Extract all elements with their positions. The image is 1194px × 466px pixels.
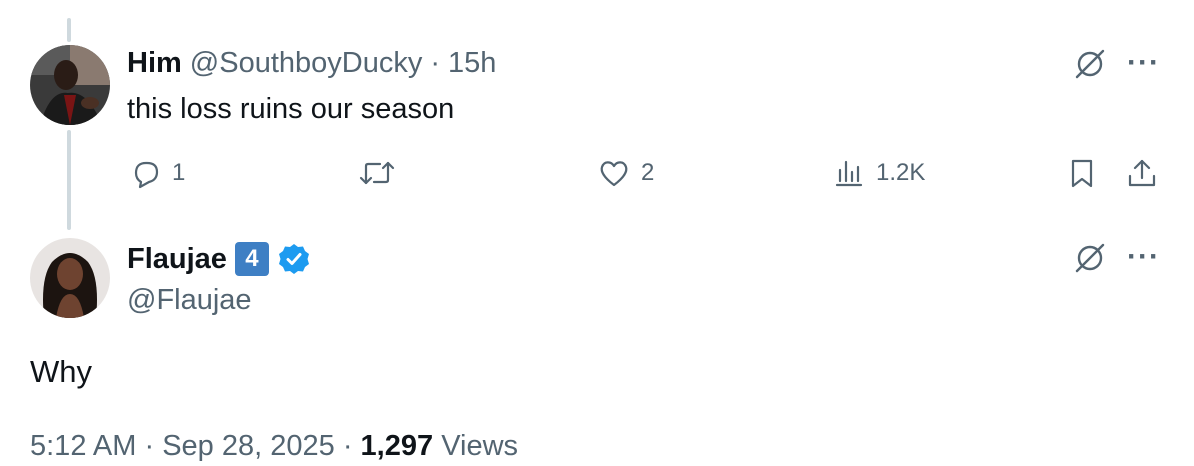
more-icon: ···: [1127, 46, 1160, 79]
handle[interactable]: @Flaujae: [127, 284, 252, 317]
separator: ·: [430, 47, 441, 79]
views-button[interactable]: 1.2K: [832, 156, 925, 190]
tweet-time[interactable]: 5:12 AM: [30, 430, 136, 462]
retweet-button[interactable]: [358, 156, 406, 190]
reply-count: 1: [172, 159, 186, 186]
tweet-text: Why: [30, 354, 92, 389]
more-button[interactable]: ···: [1127, 242, 1160, 272]
like-button[interactable]: 2: [597, 156, 654, 190]
avatar[interactable]: [30, 45, 110, 125]
bookmark-button[interactable]: [1065, 156, 1099, 190]
number-badge: 4: [234, 242, 269, 276]
bookmark-icon: [1071, 159, 1093, 188]
grok-icon: [1075, 49, 1105, 79]
like-icon: [600, 161, 628, 187]
like-count: 2: [641, 159, 655, 186]
reply-icon: [134, 161, 159, 189]
thread-line: [67, 130, 71, 230]
views-count: 1.2K: [876, 159, 926, 186]
share-button[interactable]: [1125, 156, 1159, 190]
grok-button[interactable]: [1072, 240, 1108, 276]
separator: ·: [342, 430, 353, 462]
grok-button[interactable]: [1072, 46, 1108, 82]
avatar-photo: [30, 45, 110, 125]
reply-button[interactable]: 1: [128, 156, 185, 190]
share-icon: [1128, 159, 1156, 187]
timestamp[interactable]: 15h: [448, 47, 496, 80]
thread-line-top: [67, 18, 71, 42]
handle[interactable]: @SouthboyDucky: [190, 47, 423, 80]
separator: ·: [144, 430, 155, 462]
views-count[interactable]: 1,297: [361, 430, 434, 462]
grok-icon: [1075, 243, 1105, 273]
reply-header: Him @SouthboyDucky · 15h: [127, 47, 496, 80]
verified-badge-icon[interactable]: [277, 242, 311, 276]
author-name-row: Flaujae 4: [127, 242, 311, 276]
views-icon: [835, 160, 863, 187]
retweet-icon: [359, 161, 395, 185]
views-label: Views: [441, 430, 519, 462]
display-name[interactable]: Flaujae: [127, 243, 227, 276]
more-button[interactable]: ···: [1127, 48, 1160, 78]
more-icon: ···: [1127, 240, 1160, 273]
tweet-date[interactable]: Sep 28, 2025: [162, 430, 335, 462]
avatar[interactable]: [30, 238, 110, 318]
display-name[interactable]: Him: [127, 47, 182, 80]
tweet-meta: 5:12 AM · Sep 28, 2025 · 1,297 Views: [30, 430, 518, 463]
avatar-photo: [30, 238, 110, 318]
tweet-text: this loss ruins our season: [127, 93, 455, 125]
